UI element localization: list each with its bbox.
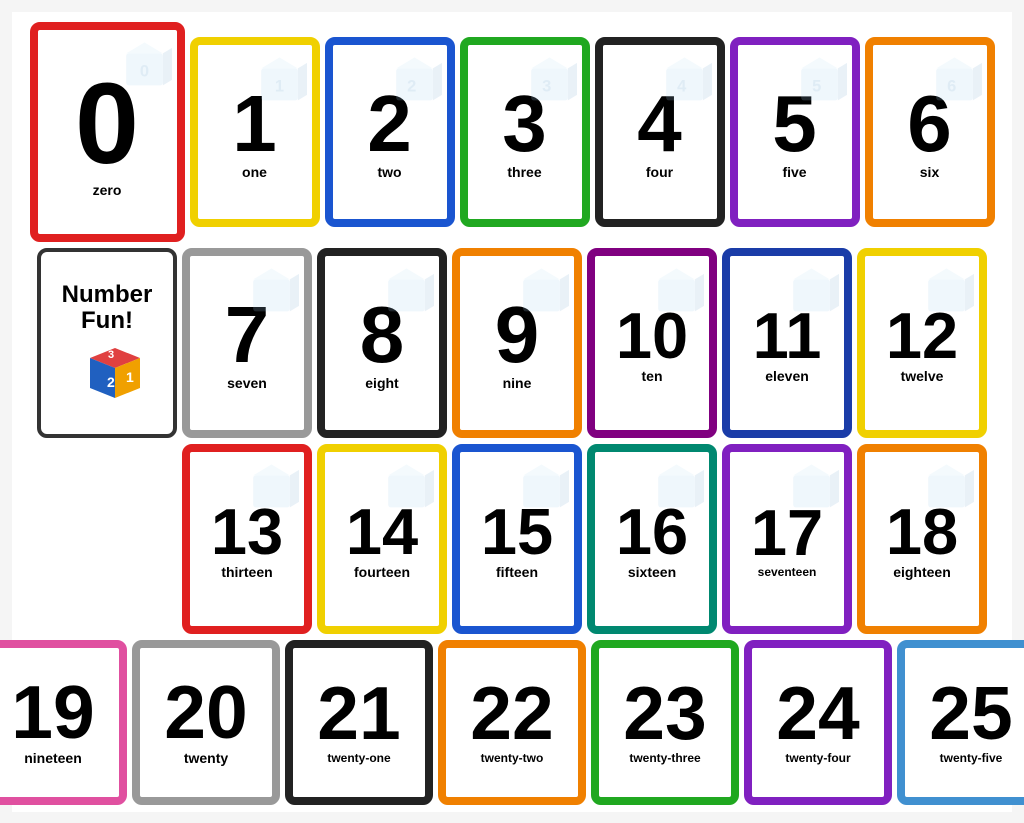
card-8: 8 eight	[317, 248, 447, 438]
block-icon: 2 1 3	[70, 338, 145, 403]
svg-text:2: 2	[407, 77, 416, 95]
word-12: twelve	[901, 368, 944, 384]
word-24: twenty-four	[785, 751, 850, 765]
card-13: 13 thirteen	[182, 444, 312, 634]
card-0: 0 0 zero	[30, 22, 185, 242]
num-25: 25	[929, 676, 1012, 751]
svg-text:1: 1	[274, 77, 283, 95]
main-container: 0 0 zero 1 1 one 2 2 two 3 3	[12, 12, 1012, 812]
number-fun-title: NumberFun!	[62, 282, 153, 335]
card-18: 18 eighteen	[857, 444, 987, 634]
card-23: 23 twenty-three	[591, 640, 739, 805]
card-3: 3 3 three	[460, 37, 590, 227]
card-14: 14 fourteen	[317, 444, 447, 634]
card-6: 6 6 six	[865, 37, 995, 227]
word-5: five	[782, 164, 806, 180]
num-24: 24	[776, 676, 859, 751]
card-17: 17 seventeen	[722, 444, 852, 634]
word-14: fourteen	[354, 564, 410, 580]
num-20: 20	[164, 675, 247, 750]
word-7: seven	[227, 375, 267, 391]
card-2: 2 2 two	[325, 37, 455, 227]
number-fun-card: NumberFun! 2 1 3	[37, 248, 177, 438]
row-2: NumberFun! 2 1 3 7 seven	[22, 248, 1002, 438]
card-5: 5 5 five	[730, 37, 860, 227]
num-21: 21	[317, 676, 400, 751]
row-1: 0 0 zero 1 1 one 2 2 two 3 3	[22, 22, 1002, 242]
word-16: sixteen	[628, 564, 676, 580]
card-10: 10 ten	[587, 248, 717, 438]
word-8: eight	[365, 375, 398, 391]
word-6: six	[920, 164, 939, 180]
word-23: twenty-three	[629, 751, 700, 765]
card-16: 16 sixteen	[587, 444, 717, 634]
card-21: 21 twenty-one	[285, 640, 433, 805]
svg-text:5: 5	[812, 77, 821, 95]
word-21: twenty-one	[327, 751, 390, 765]
card-22: 22 twenty-two	[438, 640, 586, 805]
word-19: nineteen	[24, 750, 82, 766]
card-7: 7 seven	[182, 248, 312, 438]
card-9: 9 nine	[452, 248, 582, 438]
row-3: 13 thirteen 14 fourteen 15 fifteen 16 si…	[22, 444, 1002, 634]
card-25: 25 twenty-five	[897, 640, 1024, 805]
card-20: 20 twenty	[132, 640, 280, 805]
num-23: 23	[623, 676, 706, 751]
word-1: one	[242, 164, 267, 180]
svg-text:4: 4	[677, 77, 687, 95]
card-15: 15 fifteen	[452, 444, 582, 634]
svg-text:1: 1	[126, 369, 134, 385]
word-22: twenty-two	[481, 751, 544, 765]
card-11: 11 eleven	[722, 248, 852, 438]
card-12: 12 twelve	[857, 248, 987, 438]
num-19: 19	[11, 675, 94, 750]
num-22: 22	[470, 676, 553, 751]
card-1: 1 1 one	[190, 37, 320, 227]
svg-text:6: 6	[947, 77, 956, 95]
card-19: 19 nineteen	[0, 640, 127, 805]
word-10: ten	[642, 368, 663, 384]
svg-text:3: 3	[542, 77, 551, 95]
word-18: eighteen	[893, 564, 951, 580]
word-20: twenty	[184, 750, 228, 766]
word-0: zero	[93, 182, 122, 198]
svg-text:3: 3	[108, 349, 114, 361]
svg-text:0: 0	[139, 62, 148, 80]
word-3: three	[507, 164, 541, 180]
word-11: eleven	[765, 368, 809, 384]
word-25: twenty-five	[940, 751, 1003, 765]
word-17: seventeen	[758, 565, 817, 579]
word-4: four	[646, 164, 673, 180]
svg-text:2: 2	[107, 374, 115, 390]
card-4: 4 4 four	[595, 37, 725, 227]
word-13: thirteen	[221, 564, 272, 580]
row-4: 19 nineteen 20 twenty 21 twenty-one 22 t…	[22, 640, 1002, 805]
word-2: two	[377, 164, 401, 180]
card-24: 24 twenty-four	[744, 640, 892, 805]
word-9: nine	[503, 375, 532, 391]
word-15: fifteen	[496, 564, 538, 580]
